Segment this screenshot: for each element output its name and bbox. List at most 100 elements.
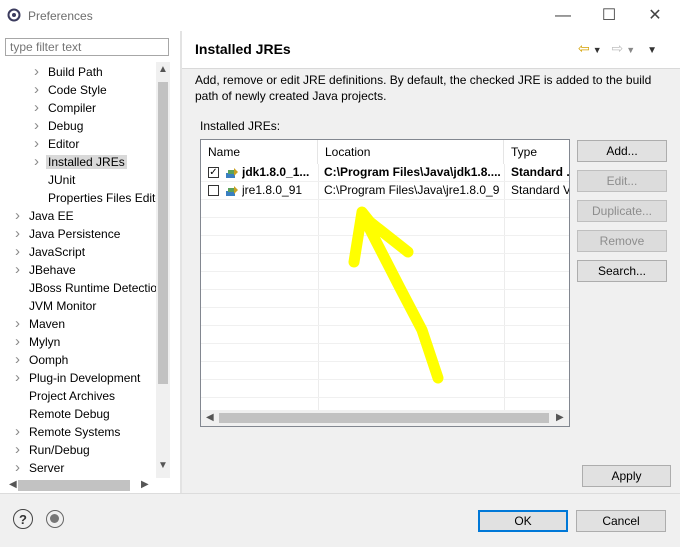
scroll-left-icon[interactable]: ◀	[206, 412, 214, 423]
ok-button[interactable]: OK	[478, 510, 568, 532]
table-horizontal-scroll-thumb[interactable]	[219, 413, 549, 423]
help-icon[interactable]: ?	[13, 509, 33, 529]
table-row-empty	[201, 272, 569, 290]
expand-chevron-icon[interactable]: ›	[34, 99, 44, 117]
expand-chevron-icon[interactable]: ›	[15, 225, 25, 243]
table-row[interactable]: ✓ jdk1.8.0_1... C:\Program Files\Java\jdk1…	[201, 164, 569, 182]
preferences-icon	[7, 8, 21, 22]
scroll-right-icon[interactable]: ▶	[556, 412, 564, 423]
tree-item-label: Java Persistence	[29, 227, 121, 241]
column-header-type[interactable]: Type	[504, 140, 569, 164]
tree-item-label: Mylyn	[29, 335, 61, 349]
tree-item[interactable]: › Compiler	[34, 99, 97, 117]
tree-item[interactable]: JVM Monitor	[29, 297, 96, 315]
tree-item-label: Remote Debug	[29, 407, 110, 421]
expand-chevron-icon[interactable]: ›	[34, 153, 44, 171]
tree-item[interactable]: › Maven	[15, 315, 65, 333]
tree-item[interactable]: › JBehave	[15, 261, 76, 279]
expand-chevron-icon[interactable]: ›	[34, 135, 44, 153]
expand-chevron-icon[interactable]: ›	[15, 207, 25, 225]
tree-item-label: Debug	[48, 119, 84, 133]
scroll-up-icon[interactable]: ▲	[158, 64, 168, 75]
scroll-down-icon[interactable]: ▼	[158, 460, 168, 471]
tree-item[interactable]: › Plug-in Development	[15, 369, 140, 387]
expand-chevron-icon[interactable]: ›	[15, 351, 25, 369]
tree-item[interactable]: › Build Path	[34, 63, 103, 81]
tree-item-label: JBoss Runtime Detection	[29, 281, 156, 295]
tree-item[interactable]: Properties Files Edito	[48, 189, 156, 207]
cell-location: C:\Program Files\Java\jre1.8.0_91	[324, 183, 500, 197]
tree-item-label: Compiler	[48, 101, 97, 115]
cell-name: jre1.8.0_91	[242, 183, 303, 197]
tree-item-label: Installed JREs	[46, 155, 127, 169]
apply-button[interactable]: Apply	[582, 465, 671, 487]
table-row[interactable]: jre1.8.0_91 C:\Program Files\Java\jre1.8.…	[201, 182, 569, 200]
back-dropdown-icon[interactable]: ▼	[593, 45, 602, 55]
cell-type: Standard V	[511, 183, 569, 197]
minimize-icon[interactable]: —	[540, 4, 586, 28]
tree-item[interactable]: › Editor	[34, 135, 79, 153]
menu-icon[interactable]: ▼	[647, 45, 657, 56]
tree-horizontal-scroll-thumb[interactable]	[18, 480, 130, 491]
jre-default-checkbox[interactable]	[208, 185, 219, 196]
tree-item[interactable]: JUnit	[48, 171, 75, 189]
tree-item[interactable]: › Run/Debug	[15, 441, 90, 459]
tree-item[interactable]: › Oomph	[15, 351, 68, 369]
close-icon[interactable]: ✕	[632, 4, 678, 28]
page-title: Installed JREs	[195, 41, 291, 57]
expand-chevron-icon[interactable]: ›	[15, 423, 25, 441]
tree-item-label: Remote Systems	[29, 425, 121, 439]
tree-item-label: Properties Files Edito	[48, 191, 156, 205]
cell-name: jdk1.8.0_1...	[242, 165, 310, 179]
cell-type: Standard ...	[511, 165, 569, 179]
tree-item[interactable]: › JavaScript	[15, 243, 85, 261]
tree-item[interactable]: › Mylyn	[15, 333, 61, 351]
back-icon[interactable]: ⇦	[578, 40, 590, 56]
column-header-name[interactable]: Name	[201, 140, 318, 164]
maximize-icon[interactable]: ☐	[586, 4, 632, 28]
jre-default-checkbox[interactable]: ✓	[208, 167, 219, 178]
expand-chevron-icon[interactable]: ›	[34, 81, 44, 99]
expand-chevron-icon[interactable]: ›	[15, 369, 25, 387]
cancel-button[interactable]: Cancel	[576, 510, 666, 532]
tree-item[interactable]: JBoss Runtime Detection	[29, 279, 156, 297]
expand-chevron-icon[interactable]: ›	[15, 441, 25, 459]
scroll-left-icon[interactable]: ◀	[9, 479, 17, 490]
column-header-location[interactable]: Location	[318, 140, 504, 164]
expand-chevron-icon[interactable]: ›	[15, 333, 25, 351]
remove-button[interactable]: Remove	[577, 230, 667, 252]
expand-chevron-icon[interactable]: ›	[15, 459, 25, 476]
expand-chevron-icon[interactable]: ›	[34, 117, 44, 135]
tree-vertical-scroll-thumb[interactable]	[158, 82, 168, 384]
table-horizontal-scrollbar[interactable]: ◀ ▶	[201, 410, 569, 426]
forward-dropdown-icon[interactable]: ▼	[626, 45, 635, 55]
tree-item[interactable]: › Installed JREs	[34, 153, 127, 171]
record-icon[interactable]	[46, 510, 64, 528]
table-row-empty	[201, 254, 569, 272]
tree-item[interactable]: › Server	[15, 459, 65, 476]
tree-item-label: Server	[29, 461, 65, 475]
tree-item[interactable]: Project Archives	[29, 387, 115, 405]
tree-item-label: JVM Monitor	[29, 299, 97, 313]
search-button[interactable]: Search...	[577, 260, 667, 282]
cell-location: C:\Program Files\Java\jdk1.8....	[324, 165, 500, 179]
filter-input[interactable]	[5, 38, 169, 56]
add-button[interactable]: Add...	[577, 140, 667, 162]
tree-item[interactable]: › Debug	[34, 117, 84, 135]
duplicate-button[interactable]: Duplicate...	[577, 200, 667, 222]
expand-chevron-icon[interactable]: ›	[15, 243, 25, 261]
tree-item[interactable]: › Java EE	[15, 207, 74, 225]
tree-item[interactable]: Remote Debug	[29, 405, 110, 423]
edit-button[interactable]: Edit...	[577, 170, 667, 192]
expand-chevron-icon[interactable]: ›	[15, 315, 25, 333]
page-navigation: ⇦ ▼ ⇨ ▼ ▼	[578, 40, 657, 57]
tree-item[interactable]: › Remote Systems	[15, 423, 121, 441]
forward-icon[interactable]: ⇨	[612, 40, 624, 56]
page-description: Add, remove or edit JRE definitions. By …	[195, 73, 652, 103]
expand-chevron-icon[interactable]: ›	[34, 63, 44, 81]
tree-item[interactable]: › Java Persistence	[15, 225, 121, 243]
window-title: Preferences	[28, 9, 93, 23]
expand-chevron-icon[interactable]: ›	[15, 261, 25, 279]
tree-item[interactable]: › Code Style	[34, 81, 107, 99]
scroll-right-icon[interactable]: ▶	[141, 479, 149, 490]
